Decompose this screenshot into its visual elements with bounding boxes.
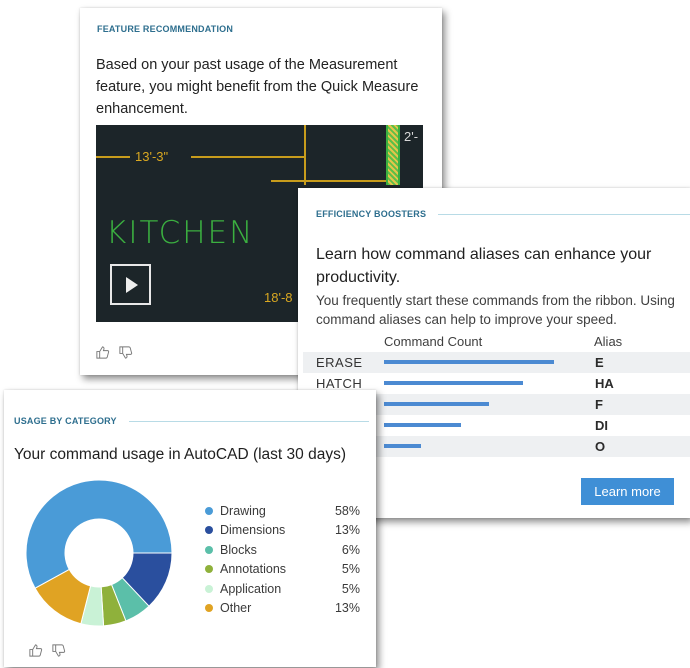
legend-item: Application 5% xyxy=(205,582,360,601)
legend-swatch xyxy=(205,565,213,574)
header-divider xyxy=(128,420,369,422)
card-header: FEATURE RECOMMENDATION xyxy=(97,24,427,34)
feedback-buttons xyxy=(95,345,133,360)
table-row: ERASE E xyxy=(303,352,690,373)
card-description: Based on your past usage of the Measurem… xyxy=(96,57,419,117)
legend-item: Other 13% xyxy=(205,601,360,620)
legend-label: Annotations xyxy=(220,562,287,577)
usage-by-category-card: USAGE BY CATEGORY Your command usage in … xyxy=(4,390,376,667)
row-alias: HA xyxy=(595,376,614,391)
card-subtitle: You frequently start these commands from… xyxy=(316,293,675,327)
room-label: KITCHEN xyxy=(106,215,255,251)
legend-label: Dimensions xyxy=(220,523,286,538)
legend-swatch xyxy=(205,545,213,554)
card-title: Your command usage in AutoCAD (last 30 d… xyxy=(14,446,346,463)
header-divider xyxy=(438,213,690,215)
row-command: ERASE xyxy=(316,355,363,370)
card-header: USAGE BY CATEGORY xyxy=(14,416,369,426)
card-eyebrow: USAGE BY CATEGORY xyxy=(14,416,117,426)
row-command: HATCH xyxy=(316,376,363,391)
thumbs-down-icon[interactable] xyxy=(118,345,133,360)
legend-swatch xyxy=(205,603,213,612)
dimension-label: 2'- xyxy=(404,129,419,144)
legend-percent: 13% xyxy=(334,523,360,538)
feedback-buttons xyxy=(28,643,66,658)
legend-swatch xyxy=(205,507,213,515)
card-title: Learn how command aliases can enhance yo… xyxy=(316,246,652,286)
legend-percent: 58% xyxy=(334,504,360,518)
row-alias: E xyxy=(595,355,604,370)
row-alias: F xyxy=(595,397,603,412)
legend-label: Other xyxy=(220,600,252,615)
column-header-alias: Alias xyxy=(594,334,623,349)
legend-percent: 13% xyxy=(334,600,360,615)
wall-hatch xyxy=(386,125,400,185)
legend-swatch xyxy=(205,526,213,535)
count-bar xyxy=(384,381,524,385)
dimension-line xyxy=(191,156,304,158)
legend-percent: 6% xyxy=(341,542,360,557)
legend-item: Annotations 5% xyxy=(205,562,360,581)
usage-donut-chart xyxy=(26,480,172,626)
dimension-label: 18'-8 xyxy=(264,290,293,305)
count-bar xyxy=(384,360,554,364)
card-header: EFFICIENCY BOOSTERS xyxy=(316,209,690,219)
legend-percent: 5% xyxy=(341,562,360,577)
row-alias: DI xyxy=(595,418,608,433)
thumbs-up-icon[interactable] xyxy=(95,345,110,360)
play-icon[interactable] xyxy=(110,264,151,305)
thumbs-down-icon[interactable] xyxy=(51,643,66,658)
row-alias: O xyxy=(595,439,606,454)
legend-label: Application xyxy=(220,581,282,596)
legend-item: Dimensions 13% xyxy=(205,523,360,542)
card-eyebrow: EFFICIENCY BOOSTERS xyxy=(316,209,427,219)
dimension-label: 13'-3" xyxy=(135,149,169,164)
dimension-line xyxy=(271,180,387,182)
chart-legend: Drawing 58% Dimensions 13% Blocks 6% Annotatio… xyxy=(205,504,360,620)
dimension-line xyxy=(304,125,306,185)
legend-item: Blocks 6% xyxy=(205,543,360,562)
legend-item: Drawing 58% xyxy=(205,504,360,523)
column-header-count: Command Count xyxy=(384,334,483,349)
legend-label: Blocks xyxy=(220,542,257,557)
legend-label: Drawing xyxy=(220,504,266,518)
count-bar xyxy=(384,423,461,427)
count-bar xyxy=(384,444,422,448)
dimension-line xyxy=(96,156,130,158)
thumbs-up-icon[interactable] xyxy=(28,643,43,658)
legend-swatch xyxy=(205,584,213,593)
learn-more-button[interactable]: Learn more xyxy=(581,478,674,505)
count-bar xyxy=(384,402,490,406)
legend-percent: 5% xyxy=(341,581,360,596)
card-eyebrow: FEATURE RECOMMENDATION xyxy=(97,24,234,34)
